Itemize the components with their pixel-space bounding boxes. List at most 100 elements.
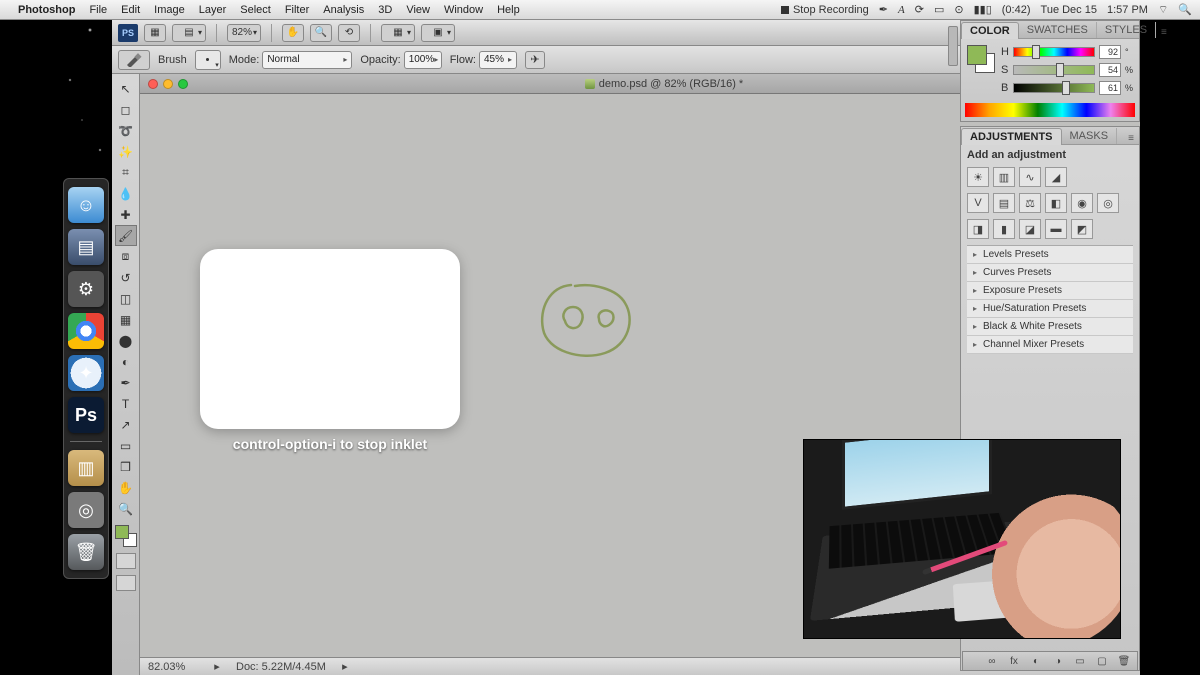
stop-recording-button[interactable]: Stop Recording (781, 4, 869, 16)
adj-hue-icon[interactable]: ▤ (993, 193, 1015, 213)
dock-chrome[interactable] (68, 313, 104, 349)
zoom-level-dropdown[interactable]: 82% (227, 24, 261, 42)
dock-folder[interactable]: ▥ (68, 450, 104, 486)
hue-value[interactable]: 92 (1099, 45, 1121, 59)
rotate-view-button[interactable]: ⟲ (338, 24, 360, 42)
panel-color-swatches[interactable] (967, 45, 995, 73)
color-swatches[interactable] (115, 525, 137, 547)
current-tool-icon[interactable] (118, 50, 150, 70)
panel-fg-swatch[interactable] (967, 45, 987, 65)
ink-icon[interactable]: ✒ (879, 3, 888, 16)
tab-color[interactable]: COLOR (961, 22, 1019, 39)
window-minimize[interactable] (163, 79, 173, 89)
preset-exposure[interactable]: Exposure Presets (967, 282, 1133, 300)
zoom-tool-button[interactable]: 🔍 (310, 24, 332, 42)
tool-brush[interactable]: 🖌 (115, 225, 137, 246)
app-menu[interactable]: Photoshop (18, 4, 75, 16)
tool-eyedropper[interactable]: 💧 (115, 183, 137, 204)
menu-3d[interactable]: 3D (378, 4, 392, 16)
flow-input[interactable]: 45% (479, 51, 517, 69)
menu-filter[interactable]: Filter (285, 4, 309, 16)
tool-marquee[interactable]: ◻ (115, 99, 137, 120)
panel-menu-icon[interactable]: ≡ (1156, 27, 1172, 38)
tool-type[interactable]: T (115, 393, 137, 414)
adj-brightness-icon[interactable]: ☀ (967, 167, 989, 187)
tab-styles[interactable]: STYLES (1097, 22, 1156, 38)
tab-adjustments[interactable]: ADJUSTMENTS (961, 128, 1062, 145)
ps-logo-icon[interactable]: PS (118, 24, 138, 42)
status-menu-icon[interactable]: ▸ (340, 662, 350, 672)
iconbar-new-icon[interactable]: ▢ (1095, 654, 1109, 668)
opacity-input[interactable]: 100% (404, 51, 442, 69)
iconbar-link-icon[interactable]: ∞ (985, 654, 999, 668)
adj-vibrance-icon[interactable]: V (967, 193, 989, 213)
tool-wand[interactable]: ✨ (115, 141, 137, 162)
dock-stack[interactable]: ◎ (68, 492, 104, 528)
tab-swatches[interactable]: SWATCHES (1019, 22, 1097, 38)
tab-masks[interactable]: MASKS (1062, 128, 1118, 144)
viewextras-dropdown[interactable]: ▤ (172, 24, 206, 42)
menu-edit[interactable]: Edit (121, 4, 140, 16)
tool-zoom[interactable]: 🔍 (115, 498, 137, 519)
menu-window[interactable]: Window (444, 4, 483, 16)
tool-shape[interactable]: ▭ (115, 435, 137, 456)
menubar-time[interactable]: 1:57 PM (1107, 4, 1148, 16)
bridge-button[interactable]: ▦ (144, 24, 166, 42)
dock-trash[interactable]: 🗑 (68, 534, 104, 570)
iconbar-trash-icon[interactable]: 🗑 (1117, 654, 1131, 668)
sat-slider[interactable] (1013, 65, 1095, 75)
tool-move[interactable]: ↖ (115, 78, 137, 99)
adj-colorbalance-icon[interactable]: ⚖ (1019, 193, 1041, 213)
preset-levels[interactable]: Levels Presets (967, 246, 1133, 264)
preset-chmixer[interactable]: Channel Mixer Presets (967, 336, 1133, 354)
status-zoom[interactable]: 82.03% (148, 661, 198, 673)
tool-hand[interactable]: ✋ (115, 477, 137, 498)
color-spectrum-bar[interactable] (965, 103, 1135, 117)
airbrush-toggle[interactable]: ✈ (525, 51, 545, 69)
iconbar-mask-icon[interactable]: ◐ (1029, 654, 1043, 668)
screenmode-toggle[interactable] (116, 575, 136, 591)
panel-collapse-grip[interactable] (948, 26, 958, 66)
menu-analysis[interactable]: Analysis (323, 4, 364, 16)
adj-invert-icon[interactable]: ◨ (967, 219, 989, 239)
adj-threshold-icon[interactable]: ◪ (1019, 219, 1041, 239)
quickmask-toggle[interactable] (116, 553, 136, 569)
menu-layer[interactable]: Layer (199, 4, 227, 16)
adj-selectivecolor-icon[interactable]: ◩ (1071, 219, 1093, 239)
hand-tool-button[interactable]: ✋ (282, 24, 304, 42)
dock-system[interactable]: ⚙ (68, 271, 104, 307)
adj-photofilter-icon[interactable]: ◉ (1071, 193, 1093, 213)
adj-bw-icon[interactable]: ◧ (1045, 193, 1067, 213)
arrange-dropdown[interactable]: ▦ (381, 24, 415, 42)
text-input-icon[interactable]: A (898, 4, 905, 16)
battery-icon[interactable]: ▮▮▯ (974, 3, 992, 16)
menubar-date[interactable]: Tue Dec 15 (1041, 4, 1097, 16)
menu-file[interactable]: File (89, 4, 107, 16)
panel-menu-icon[interactable]: ≡ (1123, 133, 1139, 144)
inklet-overlay[interactable] (200, 249, 460, 429)
adj-gradientmap-icon[interactable]: ▬ (1045, 219, 1067, 239)
menu-help[interactable]: Help (497, 4, 520, 16)
tool-gradient[interactable]: ▦ (115, 309, 137, 330)
dock-finder[interactable]: ☺ (68, 187, 104, 223)
tool-dodge[interactable]: ◐ (115, 351, 137, 372)
tool-path-select[interactable]: ↗ (115, 414, 137, 435)
screenmode-dropdown[interactable]: ▣ (421, 24, 455, 42)
adj-channelmixer-icon[interactable]: ◎ (1097, 193, 1119, 213)
sync-icon[interactable]: ⟳ (915, 3, 924, 16)
dock-preview[interactable]: ▤ (68, 229, 104, 265)
tool-lasso[interactable]: ➰ (115, 120, 137, 141)
adj-exposure-icon[interactable]: ◢ (1045, 167, 1067, 187)
adj-levels-icon[interactable]: ▥ (993, 167, 1015, 187)
menu-select[interactable]: Select (240, 4, 271, 16)
status-popup-icon[interactable]: ▸ (212, 662, 222, 672)
foreground-color-swatch[interactable] (115, 525, 129, 539)
display-icon[interactable]: ▭ (934, 3, 944, 16)
window-zoom[interactable] (178, 79, 188, 89)
tool-history-brush[interactable]: ↺ (115, 267, 137, 288)
spotlight-icon[interactable]: 🔍 (1178, 3, 1192, 16)
menu-view[interactable]: View (406, 4, 430, 16)
window-close[interactable] (148, 79, 158, 89)
tool-healing[interactable]: ✚ (115, 204, 137, 225)
bri-value[interactable]: 61 (1099, 81, 1121, 95)
